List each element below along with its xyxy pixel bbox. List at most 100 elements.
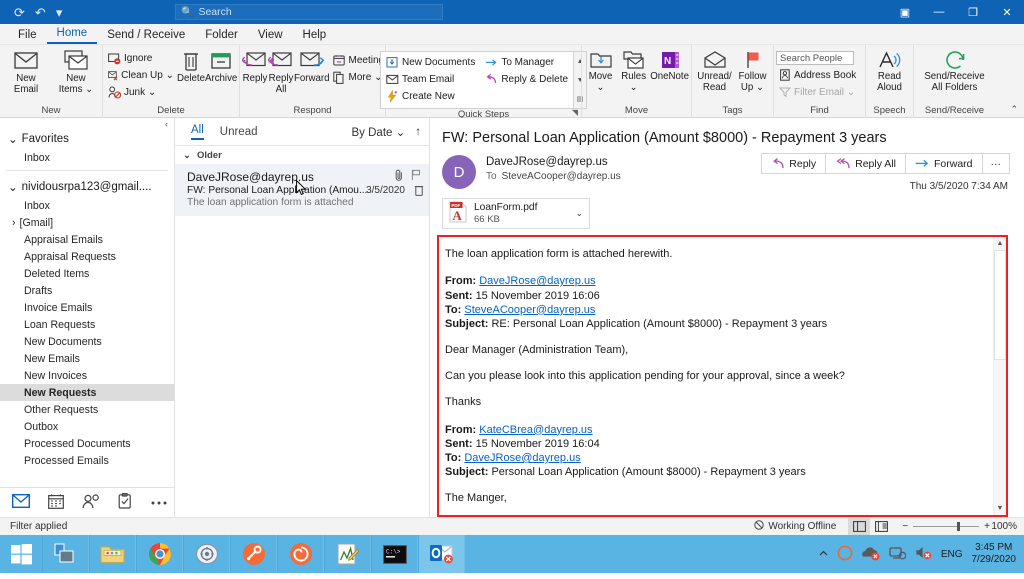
- delete-message-icon[interactable]: [414, 184, 424, 199]
- taskbar-outlook[interactable]: [418, 535, 465, 573]
- connection-status[interactable]: Working Offline: [754, 520, 836, 533]
- onenote-button[interactable]: N OneNote: [650, 48, 689, 83]
- message-list-item[interactable]: DaveJRose@dayrep.us FW: Personal Loan Ap…: [175, 164, 429, 216]
- quick-step-create-new[interactable]: Create New: [383, 88, 478, 104]
- taskbar-spiral-app[interactable]: [277, 535, 324, 573]
- filter-email-button[interactable]: Filter Email ⌄: [776, 84, 859, 100]
- tab-help[interactable]: Help: [293, 27, 337, 44]
- collapse-ribbon-icon[interactable]: ⌃: [1010, 104, 1018, 115]
- unread-read-button[interactable]: Unread/Read: [695, 48, 735, 93]
- scroll-down-icon[interactable]: ▼: [994, 502, 1006, 515]
- quick-step-new-documents[interactable]: New Documents: [383, 54, 478, 70]
- zoom-control[interactable]: − +: [902, 521, 990, 532]
- tasks-nav-icon[interactable]: [118, 493, 132, 512]
- zoom-slider[interactable]: [913, 526, 979, 527]
- sync-icon[interactable]: ⟳: [14, 6, 25, 19]
- more-respond-button[interactable]: More ⌄: [330, 69, 388, 85]
- search-input[interactable]: 🔍 Search: [175, 4, 443, 20]
- body-block1-to-link[interactable]: SteveACooper@dayrep.us: [464, 304, 595, 316]
- sidebar-item-outbox[interactable]: Outbox: [0, 418, 174, 435]
- sidebar-item-processed-documents[interactable]: Processed Documents: [0, 435, 174, 452]
- scrollbar-track[interactable]: [994, 250, 1006, 502]
- calendar-nav-icon[interactable]: [48, 494, 64, 512]
- address-book-button[interactable]: Address Book: [776, 67, 859, 83]
- tab-home[interactable]: Home: [47, 25, 98, 44]
- taskbar-chrome[interactable]: [136, 535, 183, 573]
- tab-file[interactable]: File: [8, 27, 47, 44]
- tab-send-receive[interactable]: Send / Receive: [97, 27, 195, 44]
- sidebar-item-new-requests[interactable]: New Requests: [0, 384, 174, 401]
- sidebar-item-drafts[interactable]: Drafts: [0, 282, 174, 299]
- qat-chevron-down-icon[interactable]: ▾: [56, 6, 63, 19]
- body-block2-to-link[interactable]: DaveJRose@dayrep.us: [464, 452, 580, 464]
- clean-up-button[interactable]: Clean Up ⌄: [105, 67, 177, 83]
- delete-button[interactable]: Delete: [177, 48, 205, 85]
- message-group-older[interactable]: ⌄ Older: [175, 146, 429, 164]
- tray-onedrive-error-icon[interactable]: [862, 545, 880, 564]
- tab-folder[interactable]: Folder: [195, 27, 248, 44]
- taskbar-file-explorer[interactable]: [89, 535, 136, 573]
- restore-icon[interactable]: ❐: [956, 0, 990, 24]
- scrollbar-thumb[interactable]: [994, 250, 1006, 360]
- more-actions-button[interactable]: ···: [982, 153, 1011, 174]
- filter-unread-tab[interactable]: Unread: [220, 126, 258, 138]
- normal-view-button[interactable]: [870, 518, 892, 535]
- taskbar-notepad-app[interactable]: [324, 535, 371, 573]
- flag-icon[interactable]: [411, 169, 421, 185]
- scroll-up-icon[interactable]: ▲: [994, 237, 1006, 250]
- tray-network-icon[interactable]: [889, 545, 906, 563]
- favorites-group-header[interactable]: ⌄ Favorites: [0, 129, 174, 149]
- body-block2-from-link[interactable]: KateCBrea@dayrep.us: [479, 424, 592, 436]
- archive-button[interactable]: Archive: [205, 48, 237, 85]
- sidebar-item-deleted-items[interactable]: Deleted Items: [0, 265, 174, 282]
- taskbar-tool-app[interactable]: [230, 535, 277, 573]
- minimize-icon[interactable]: —: [922, 0, 956, 24]
- account-group-header[interactable]: ⌄ nividousrpa123@gmail....: [0, 177, 174, 197]
- reply-action-button[interactable]: Reply: [761, 153, 825, 174]
- close-icon[interactable]: ✕: [990, 0, 1024, 24]
- reply-all-action-button[interactable]: Reply All: [825, 153, 905, 174]
- tray-clock[interactable]: 3:45 PM 7/29/2020: [972, 542, 1017, 566]
- sidebar-item-processed-emails[interactable]: Processed Emails: [0, 452, 174, 469]
- filter-all-tab[interactable]: All: [191, 124, 204, 140]
- more-nav-icon[interactable]: [150, 497, 168, 509]
- sidebar-item-appraisal-requests[interactable]: Appraisal Requests: [0, 248, 174, 265]
- sidebar-item-other-requests[interactable]: Other Requests: [0, 401, 174, 418]
- follow-up-button[interactable]: FollowUp ⌄: [735, 48, 771, 93]
- mail-nav-icon[interactable]: [12, 494, 30, 511]
- taskbar-settings-app[interactable]: [183, 535, 230, 573]
- ignore-button[interactable]: Ignore: [105, 50, 177, 66]
- move-button[interactable]: Move⌄: [584, 48, 617, 93]
- sidebar-item-new-emails[interactable]: New Emails: [0, 350, 174, 367]
- sidebar-item-favorites-inbox[interactable]: Inbox: [0, 149, 174, 166]
- taskbar-command-prompt[interactable]: C:\>: [371, 535, 418, 573]
- collapse-folder-pane-icon[interactable]: ‹: [0, 118, 174, 129]
- body-block1-from-link[interactable]: DaveJRose@dayrep.us: [479, 275, 595, 287]
- sidebar-item-loan-requests[interactable]: Loan Requests: [0, 316, 174, 333]
- rules-button[interactable]: Rules⌄: [617, 48, 650, 93]
- meeting-button[interactable]: Meeting: [330, 52, 388, 68]
- zoom-out-button[interactable]: −: [902, 521, 908, 532]
- attachment-chevron-down-icon[interactable]: ⌄: [575, 208, 583, 219]
- taskbar-task-view[interactable]: [42, 535, 89, 573]
- send-receive-all-folders-button[interactable]: Send/ReceiveAll Folders: [917, 48, 993, 93]
- reply-all-button[interactable]: ReplyAll: [268, 48, 294, 95]
- quick-step-to-manager[interactable]: To Manager: [482, 54, 571, 70]
- tray-volume-muted-icon[interactable]: [915, 545, 932, 563]
- sort-direction-icon[interactable]: ↑: [415, 126, 421, 138]
- sidebar-item-appraisal-emails[interactable]: Appraisal Emails: [0, 231, 174, 248]
- zoom-slider-thumb[interactable]: [957, 522, 960, 531]
- reading-pane-view-button[interactable]: [848, 518, 870, 535]
- search-people-input[interactable]: Search People: [776, 51, 854, 65]
- new-items-button[interactable]: NewItems ⌄: [53, 48, 99, 95]
- sidebar-item-new-documents[interactable]: New Documents: [0, 333, 174, 350]
- tray-circle-icon[interactable]: [837, 545, 853, 564]
- sidebar-item-gmail[interactable]: › [Gmail]: [0, 214, 174, 231]
- quick-step-reply-delete[interactable]: Reply & Delete: [482, 71, 571, 87]
- start-button[interactable]: [0, 535, 42, 573]
- sort-by-button[interactable]: By Date ⌄: [352, 125, 406, 139]
- forward-button[interactable]: Forward: [294, 48, 330, 85]
- tab-view[interactable]: View: [248, 27, 293, 44]
- email-sender[interactable]: DaveJRose@dayrep.us: [486, 156, 621, 168]
- quick-steps-gallery[interactable]: New Documents Team Email Create New To M…: [380, 51, 587, 109]
